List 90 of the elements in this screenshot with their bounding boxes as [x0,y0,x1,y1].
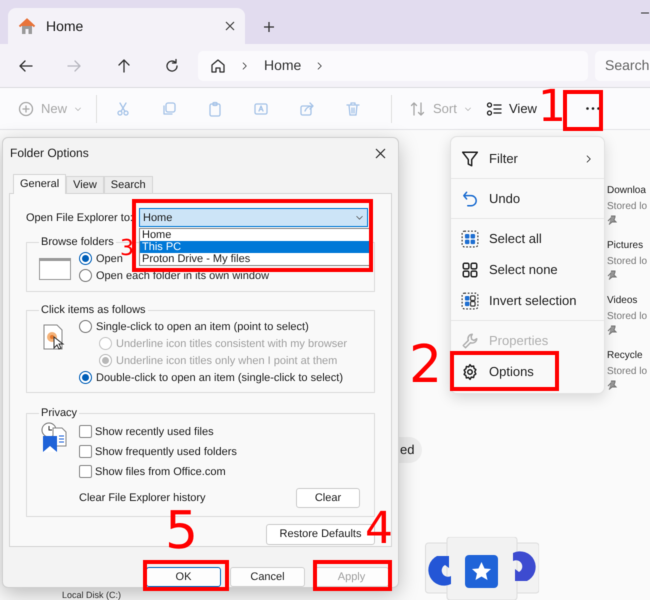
menu-item[interactable]: Undo [461,183,520,214]
folder-name[interactable]: Pictures [607,238,648,254]
radio-label: Open [96,252,123,267]
dialog-tab[interactable]: View [66,176,104,193]
menu-item[interactable]: Select all [461,223,542,254]
forward-arrow-icon [66,58,82,74]
scissors-icon [115,100,131,116]
step-number: 2 [409,341,442,389]
pin-icon [607,380,617,390]
trash-icon [345,100,361,116]
folder-name[interactable]: Downloa [607,183,648,199]
radio-button[interactable] [79,320,92,334]
radio-label: Underline icon titles consistent with my browser [116,336,348,352]
dropdown-option[interactable]: Proton Drive - My files [140,252,369,265]
invert-selection-icon [461,292,479,310]
close-icon[interactable] [225,21,235,31]
radio-button[interactable] [79,269,92,282]
window-tab[interactable]: Home [8,8,245,44]
callout-box [563,90,603,131]
refresh-icon [164,58,180,74]
drive-label[interactable]: Local Disk (C:) [62,590,122,600]
radio-label: Underline icon titles only when I point at them [116,354,338,369]
close-icon[interactable] [375,148,386,159]
menu-item[interactable]: Filter [461,143,594,174]
minimize-icon[interactable] [641,12,649,14]
pin-icon [607,215,617,225]
tab-title: Home [46,16,84,36]
step-number: 5 [165,507,198,555]
select-all-icon [461,230,479,248]
home-outline-icon [210,58,226,74]
share-icon [299,100,315,116]
checkbox-label: Show frequently used folders [95,444,237,460]
copy-icon [161,100,177,116]
dialog-button[interactable]: Cancel [230,567,305,587]
wrench-icon [461,332,479,350]
radio-button[interactable] [79,252,92,266]
group-title: Privacy [40,406,78,422]
view-list-icon [486,100,502,116]
folder-location: Stored lo [607,310,648,324]
more-icon [586,107,600,110]
caret-icon [355,213,364,222]
sort-icon [410,100,426,116]
back-arrow-icon [18,58,34,74]
radio-label: Single-click to open an item (point to select) [96,320,309,335]
search-field[interactable]: Search [595,50,650,80]
dialog-title: Folder Options [10,145,90,162]
radio-label: Double-click to open an item (single-click to select) [96,370,343,386]
dropdown[interactable]: Home [139,208,368,228]
folder-location: Stored lo [607,255,648,269]
clear-button[interactable]: Clear [296,488,360,508]
checkbox[interactable] [79,425,92,438]
group-title: Browse folders [40,234,115,250]
folder-location: Stored lo [607,200,648,214]
checkbox-label: Show files from Office.com [95,464,226,480]
clipboard-icon [207,100,223,116]
checkbox-label: Show recently used files [95,424,214,440]
dialog-button[interactable]: OK [146,567,221,587]
home-icon [18,17,36,35]
dialog-tab[interactable]: Search [104,176,153,193]
pin-icon [607,270,617,280]
menu-item[interactable]: Invert selection [461,285,576,316]
dropdown-option[interactable]: Home [140,228,369,241]
dialog-tab[interactable]: General [13,174,66,194]
pin-icon [607,325,617,335]
address-bar[interactable]: Home [198,50,588,80]
plus-circle-icon [18,100,34,116]
folder-name[interactable]: Recycle [607,348,648,364]
rename-icon [253,100,269,116]
filter-icon [461,150,479,168]
menu-item[interactable]: Select none [461,254,558,285]
settings-icon [461,362,479,380]
new-tab-icon[interactable] [263,21,275,33]
group-title: Click items as follows [40,302,147,318]
up-arrow-icon [116,58,132,74]
select-none-icon [461,260,479,278]
privacy-icon [39,422,69,454]
combo-label: Open File Explorer to: [26,210,133,226]
window-icon [39,258,71,280]
folder-location: Stored lo [607,365,648,379]
menu-item[interactable]: Options [461,356,534,387]
undo-icon [461,190,479,208]
history-label: Clear File Explorer history [79,490,206,506]
folder-name[interactable]: Videos [607,293,648,309]
checkbox[interactable] [79,465,92,478]
breadcrumb[interactable]: Home [264,55,302,76]
view-button[interactable]: View [486,94,538,124]
radio-button[interactable] [79,371,92,384]
dropdown-option[interactable]: This PC [140,240,369,253]
step-number: 1 [538,86,566,128]
checkbox[interactable] [79,445,92,458]
